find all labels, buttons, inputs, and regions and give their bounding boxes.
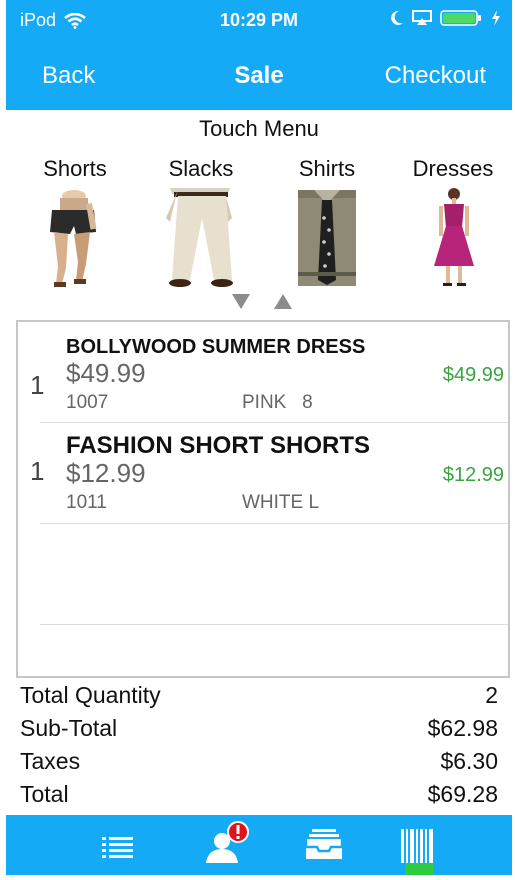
total-quantity-label: Total Quantity [20,682,161,708]
dress-icon [434,188,474,286]
shirt-icon [298,190,356,286]
category-shorts[interactable]: Shorts [20,156,130,293]
scroll-up-arrow-icon[interactable] [274,294,292,309]
category-shirts[interactable]: Shirts [272,156,382,293]
item-extended-price: $12.99 [442,464,504,486]
total-label: Total [20,781,69,807]
total-row: Total $69.28 [20,779,498,812]
category-label: Slacks [168,156,234,181]
row-divider [40,422,508,423]
cart-list[interactable]: 1 BOLLYWOOD SUMMER DRESS $49.99 $49.99 1… [16,320,510,678]
taxes-label: Taxes [20,748,81,774]
category-label: Dresses [412,156,494,181]
status-right [390,10,500,26]
total-quantity-row: Total Quantity 2 [20,680,498,713]
item-quantity: 1 [30,456,45,486]
item-variant: WHITE L [242,492,320,513]
category-label: Shorts [43,156,107,181]
totals-panel: Total Quantity 2 Sub-Total $62.98 Taxes … [20,680,498,812]
battery-icon [440,10,481,26]
taxes-row: Taxes $6.30 [20,746,498,779]
checkout-button[interactable]: Checkout [385,62,486,90]
slacks-icon [166,188,233,287]
list-icon [102,837,133,858]
touch-menu-title: Touch Menu [199,116,319,141]
item-name: BOLLYWOOD SUMMER DRESS [66,336,366,358]
cart-item-row[interactable]: 1 FASHION SHORT SHORTS $12.99 $12.99 101… [18,430,508,530]
item-price: $12.99 [66,458,146,488]
top-bar: iPod 10:29 PM Back Sale Checkout [6,0,512,110]
shorts-icon [50,190,97,287]
item-price: $49.99 [66,358,146,388]
item-sku: 1007 [66,392,109,413]
subtotal-row: Sub-Total $62.98 [20,713,498,746]
inbox-icon [304,829,344,859]
category-slacks[interactable]: Slacks [146,156,256,293]
category-label: Shirts [298,156,356,181]
moon-icon [391,10,403,25]
scroll-down-arrow-icon[interactable] [232,294,250,309]
tab-item-customer[interactable] [202,817,252,867]
sale-screen: iPod 10:29 PM Back Sale Checkout Touch M… [6,0,512,875]
tab-item-inbox[interactable] [302,827,346,863]
item-quantity: 1 [30,370,45,400]
item-sku: 1011 [66,492,107,513]
item-name: FASHION SHORT SHORTS [66,432,371,459]
menu-pager [228,294,308,316]
taxes-value: $6.30 [440,748,498,774]
category-dresses[interactable]: Dresses [398,156,508,293]
tab-item-list[interactable] [98,829,138,865]
status-bar: iPod 10:29 PM [6,0,512,36]
airplay-icon [412,10,432,25]
row-divider [40,624,508,625]
charging-icon [492,10,500,26]
subtotal-label: Sub-Total [20,715,118,741]
subtotal-value: $62.98 [427,715,498,741]
navigation-bar: Back Sale Checkout [6,36,512,110]
row-divider [40,523,508,524]
item-extended-price: $49.99 [442,364,504,386]
back-button[interactable]: Back [42,62,95,90]
cart-item-row[interactable]: 1 BOLLYWOOD SUMMER DRESS $49.99 $49.99 1… [18,332,508,432]
tab-item-barcode[interactable] [398,825,440,875]
tab-bar [6,815,512,875]
total-value: $69.28 [427,781,498,807]
barcode-icon [401,829,433,875]
customer-alert-icon [206,821,249,863]
total-quantity-value: 2 [485,682,498,708]
item-variant: PINK 8 [242,392,313,413]
